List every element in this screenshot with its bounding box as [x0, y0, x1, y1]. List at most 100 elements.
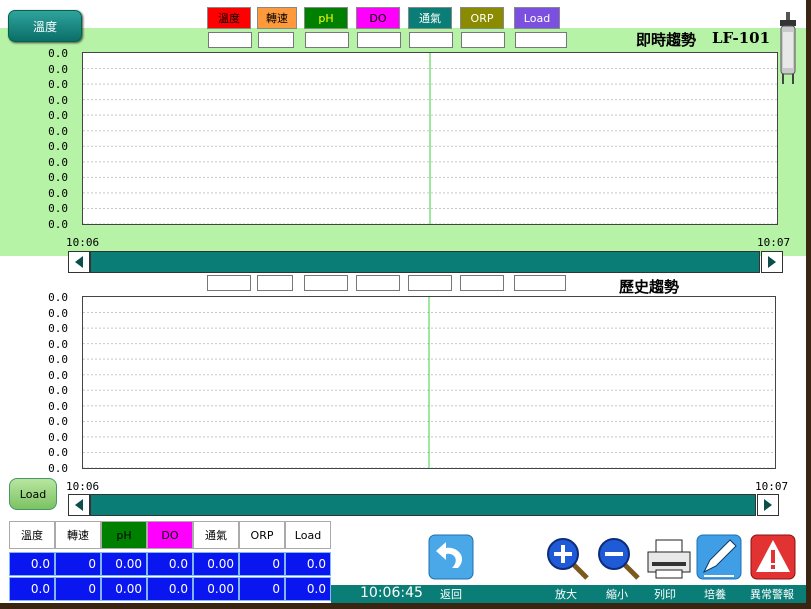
zoom-out-label: 縮小 — [606, 588, 628, 601]
table-cell: 0.0 — [147, 552, 193, 576]
legend-chip-3: DO — [356, 7, 400, 29]
table-cell: 0.0 — [285, 552, 331, 576]
realtime-y-label: 0.0 — [48, 47, 68, 60]
realtime-scroll-right-button[interactable] — [761, 251, 783, 273]
back-label: 返回 — [440, 588, 462, 601]
arrow-left-icon — [75, 499, 83, 511]
history-scroll-left-button[interactable] — [68, 494, 90, 516]
realtime-value-box — [208, 32, 252, 48]
table-cell: 0.00 — [101, 577, 147, 601]
history-value-box — [514, 275, 566, 291]
legend-chip-6: Load — [514, 7, 560, 29]
print-label: 列印 — [654, 588, 676, 601]
legend-chip-5: ORP — [460, 7, 504, 29]
zoom-in-button[interactable] — [545, 536, 591, 586]
realtime-y-label: 0.0 — [48, 62, 68, 76]
pen-icon — [696, 534, 742, 580]
realtime-value-box — [357, 32, 401, 48]
realtime-y-label: 0.0 — [48, 171, 68, 184]
table-cell: 0.0 — [9, 577, 55, 601]
parameter-select-button[interactable]: 溫度 — [8, 10, 82, 42]
realtime-value-box — [409, 32, 453, 48]
realtime-y-label: 0.0 — [48, 217, 68, 231]
culture-button[interactable] — [696, 534, 742, 584]
table-header-2: pH — [101, 521, 147, 549]
undo-arrow-icon — [428, 534, 474, 580]
back-button[interactable] — [428, 534, 474, 584]
realtime-scroll-left-button[interactable] — [68, 251, 90, 273]
realtime-value-box — [305, 32, 349, 48]
history-value-box — [356, 275, 400, 291]
realtime-y-label: 0.0 — [48, 78, 68, 91]
top-band — [0, 0, 806, 28]
table-header-4: 通氣 — [193, 521, 239, 549]
unit-label: LF-101 — [712, 29, 771, 47]
load-button[interactable]: Load — [9, 478, 57, 510]
zoom-out-icon — [598, 538, 640, 580]
history-y-label: 0.0 — [48, 461, 68, 475]
history-time-end: 10:07 — [755, 480, 789, 493]
history-time-start: 10:06 — [66, 480, 100, 493]
history-plot-area — [82, 296, 776, 469]
realtime-y-label: 0.0 — [48, 140, 68, 153]
realtime-value-box — [258, 32, 294, 48]
realtime-y-label: 0.0 — [48, 186, 68, 200]
clock: 10:06:45 — [360, 585, 423, 601]
printer-icon — [647, 539, 691, 579]
realtime-value-box — [461, 32, 505, 48]
table-cell: 0.00 — [193, 577, 239, 601]
arrow-right-icon — [768, 256, 776, 268]
realtime-scrollbar[interactable] — [90, 251, 760, 273]
table-cell: 0.0 — [9, 552, 55, 576]
realtime-value-box — [515, 32, 567, 48]
legend-chip-4: 通氣 — [408, 7, 452, 29]
print-button[interactable] — [646, 536, 692, 586]
zoom-out-button[interactable] — [596, 536, 642, 586]
history-scroll-right-button[interactable] — [757, 494, 779, 516]
table-cell: 0.0 — [147, 577, 193, 601]
table-cell: 0 — [239, 577, 285, 601]
history-value-box — [460, 275, 504, 291]
table-cell: 0.00 — [193, 552, 239, 576]
history-scrollbar[interactable] — [90, 494, 756, 516]
table-cell: 0.00 — [101, 552, 147, 576]
arrow-left-icon — [75, 256, 83, 268]
history-y-label: 0.0 — [48, 384, 68, 397]
table-cell: 0 — [55, 577, 101, 601]
zoom-in-label: 放大 — [555, 588, 577, 601]
history-grid — [83, 297, 775, 468]
history-value-box — [207, 275, 251, 291]
table-header-3: DO — [147, 521, 193, 549]
history-y-label: 0.0 — [48, 291, 68, 304]
history-y-label: 0.0 — [48, 399, 68, 413]
table-header-6: Load — [285, 521, 331, 549]
history-title: 歷史趨勢 — [619, 278, 680, 296]
realtime-y-label: 0.0 — [48, 93, 68, 107]
realtime-time-start: 10:06 — [66, 236, 100, 249]
realtime-y-label: 0.0 — [48, 202, 68, 215]
history-y-label: 0.0 — [48, 337, 68, 351]
history-y-label: 0.0 — [48, 430, 68, 444]
arrow-right-icon — [764, 499, 772, 511]
realtime-plot-area — [82, 52, 778, 225]
table-cell: 0.0 — [285, 577, 331, 601]
zoom-in-icon — [547, 538, 589, 580]
history-y-label: 0.0 — [48, 322, 68, 335]
history-y-label: 0.0 — [48, 353, 68, 366]
culture-label: 培養 — [704, 588, 726, 601]
table-header-0: 溫度 — [9, 521, 55, 549]
history-value-box — [257, 275, 293, 291]
table-header-1: 轉速 — [55, 521, 101, 549]
history-y-label: 0.0 — [48, 446, 68, 459]
alarm-label: 異常警報 — [750, 588, 794, 601]
bioreactor-icon — [776, 12, 800, 86]
realtime-time-end: 10:07 — [757, 236, 791, 249]
table-cell: 0 — [239, 552, 285, 576]
app-window: { "top_button": "溫度", "legend": [ {"labe… — [0, 0, 806, 603]
realtime-grid — [83, 53, 777, 224]
realtime-y-label: 0.0 — [48, 124, 68, 138]
alarm-button[interactable] — [750, 534, 796, 584]
history-y-label: 0.0 — [48, 306, 68, 320]
history-y-label: 0.0 — [48, 368, 68, 382]
realtime-y-label: 0.0 — [48, 109, 68, 122]
